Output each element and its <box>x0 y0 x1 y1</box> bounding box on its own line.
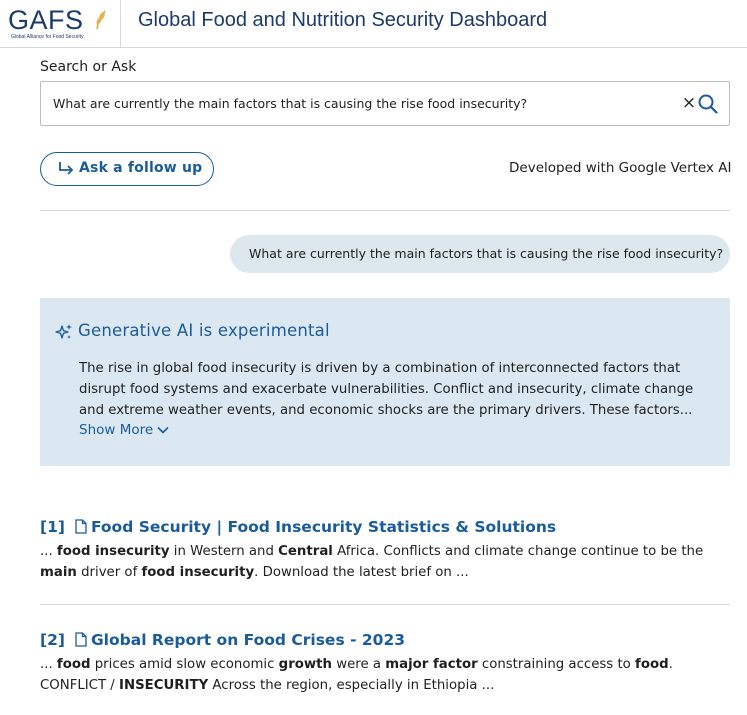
document-icon <box>75 632 87 647</box>
snippet-text: . Download the latest brief on ... <box>254 565 469 580</box>
sparkle-icon <box>55 324 72 339</box>
ai-summary-panel: Generative AI is experimental The rise i… <box>40 298 730 466</box>
snippet-text: driver of <box>76 565 142 580</box>
logo-subtitle: Global Alliance for Food Security <box>11 34 84 40</box>
ask-follow-up-button[interactable]: Ask a follow up <box>40 152 214 186</box>
snippet-text: in Western and <box>169 544 279 559</box>
highlighted-term: major factor <box>385 657 478 672</box>
header-divider <box>120 0 121 47</box>
show-more-button[interactable]: Show More <box>79 422 169 438</box>
result-header: [1] Food Security | Food Insecurity Stati… <box>40 517 730 539</box>
snippet-line: ... food insecurity in Western and Centr… <box>40 541 730 562</box>
highlighted-term: Central <box>278 544 333 559</box>
search-result: [2] Global Report on Food Crises - 2023 .… <box>40 630 730 696</box>
search-result: [1] Food Security | Food Insecurity Stati… <box>40 517 730 583</box>
result-number: [1] <box>40 518 65 536</box>
snippet-line: main driver of food insecurity. Download… <box>40 562 730 583</box>
snippet-text: prices amid slow economic <box>90 657 279 672</box>
wheat-leaf-icon <box>96 10 106 30</box>
snippet-line: ... food prices amid slow economic growt… <box>40 654 730 675</box>
snippet-text: CONFLICT / <box>40 678 120 693</box>
highlighted-term: food insecurity <box>56 544 170 559</box>
search-label: Search or Ask <box>40 59 137 75</box>
ai-summary-line: and extreme weather events, and economic… <box>79 403 693 418</box>
snippet-line: CONFLICT / INSECURITY Across the region,… <box>40 675 730 696</box>
logo-wordmark: GAFS <box>8 5 84 35</box>
arrow-return-icon <box>59 162 74 175</box>
highlighted-term: food <box>56 657 91 672</box>
divider <box>40 210 730 211</box>
developed-with-text: Developed with Google Vertex AI <box>509 160 732 176</box>
result-snippet: ... food prices amid slow economic growt… <box>40 654 730 696</box>
snippet-text: ... <box>40 657 57 672</box>
app-header: GAFS Global Alliance for Food Security G… <box>0 0 747 48</box>
ai-summary-line: disrupt food systems and exacerbate vuln… <box>79 382 694 397</box>
snippet-text: Africa. Conflicts and climate change con… <box>332 544 704 559</box>
ask-follow-up-label: Ask a follow up <box>79 160 203 176</box>
chevron-down-icon <box>157 426 169 434</box>
snippet-text: constraining access to <box>477 657 636 672</box>
result-title-link[interactable]: Global Report on Food Crises - 2023 <box>91 631 405 649</box>
highlighted-term: food <box>635 657 669 672</box>
result-header: [2] Global Report on Food Crises - 2023 <box>40 630 730 652</box>
result-title-link[interactable]: Food Security | Food Insecurity Statisti… <box>91 518 556 536</box>
highlighted-term: food insecurity <box>141 565 255 580</box>
ai-summary-line: The rise in global food insecurity is dr… <box>79 361 681 376</box>
result-number: [2] <box>40 631 65 649</box>
highlighted-term: growth <box>278 657 332 672</box>
search-input[interactable] <box>53 82 663 125</box>
snippet-text: Across the region, especially in Ethiopi… <box>208 678 495 693</box>
search-box: × <box>40 81 730 126</box>
user-message-bubble: What are currently the main factors that… <box>230 235 730 273</box>
ai-panel-title: Generative AI is experimental <box>78 321 330 340</box>
divider <box>40 604 730 605</box>
snippet-text: ... <box>40 544 57 559</box>
page-title: Global Food and Nutrition Security Dashb… <box>138 9 548 31</box>
snippet-text: were a <box>332 657 386 672</box>
close-icon[interactable]: × <box>681 95 697 112</box>
search-icon[interactable] <box>697 93 719 115</box>
ai-summary-text: The rise in global food insecurity is dr… <box>79 358 709 421</box>
user-message-text: What are currently the main factors that… <box>249 246 724 261</box>
document-icon <box>75 519 87 534</box>
result-snippet: ... food insecurity in Western and Centr… <box>40 541 730 583</box>
gafs-logo[interactable]: GAFS Global Alliance for Food Security <box>8 5 108 43</box>
highlighted-term: main <box>40 565 77 580</box>
highlighted-term: INSECURITY <box>119 678 209 693</box>
snippet-text: . <box>668 657 673 672</box>
show-more-label: Show More <box>79 422 154 438</box>
